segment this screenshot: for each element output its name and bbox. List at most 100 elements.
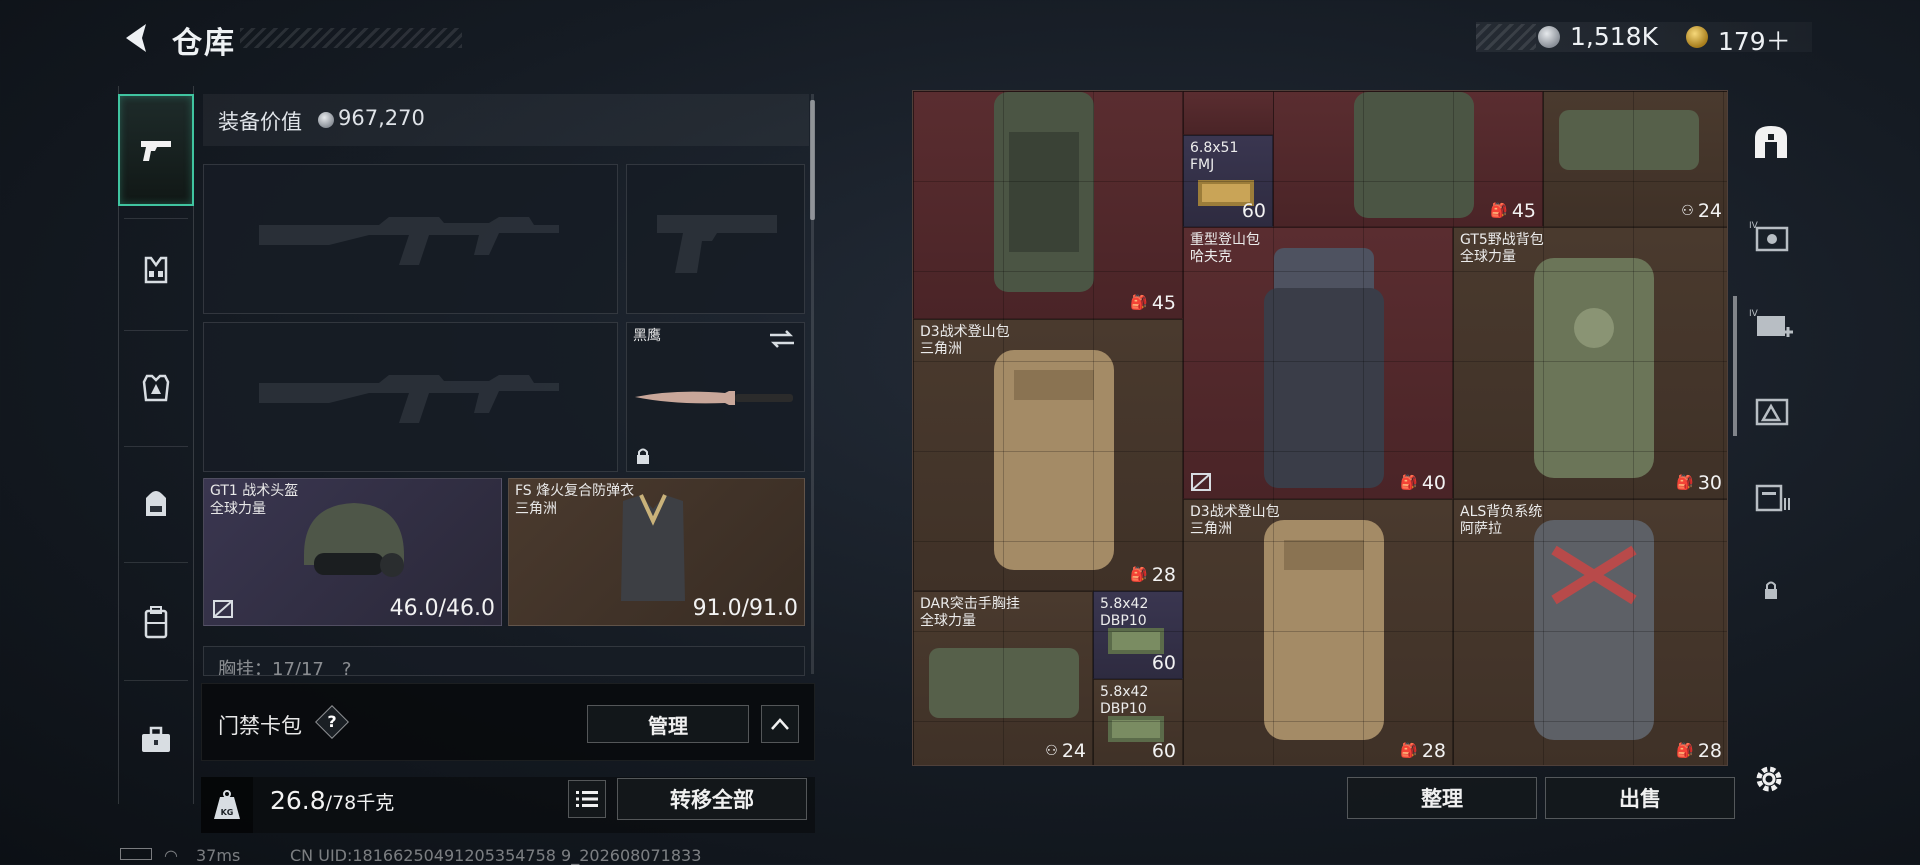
stash-item[interactable]: 5.8x42 DBP10 60 <box>1093 591 1183 679</box>
sidebar-divider <box>124 680 188 681</box>
item-count: 60 <box>1151 740 1176 762</box>
stash-home-button[interactable] <box>1742 112 1800 172</box>
weight-max: /78千克 <box>325 792 395 814</box>
gold-currency-value[interactable]: 179＋ <box>1718 22 1791 58</box>
item-count: 60 <box>1241 200 1266 222</box>
battery-icon <box>120 848 152 860</box>
expand-stash-button[interactable]: IV <box>1742 206 1800 266</box>
stash-scrollbar[interactable] <box>1733 296 1737 436</box>
stash-grid[interactable]: 🎒 45 6.8x51 FMJ 60 🎒 45 ⚇ 24 重型登山包 哈夫克 🎒 40 … <box>912 90 1728 766</box>
gold-coin-icon <box>1686 26 1708 48</box>
chest-rig-icon: ⚇ <box>1045 743 1058 759</box>
stash-item[interactable]: ⚇ 24 <box>1543 91 1727 227</box>
stash-item[interactable]: 🎒 45 <box>1273 91 1543 227</box>
item-count: 28 <box>1697 740 1722 762</box>
stash-item[interactable]: D3战术登山包 三角洲 🎒 28 <box>1183 499 1453 765</box>
backpack-image-icon <box>1354 92 1474 218</box>
stash-item[interactable]: GT5野战背包 全球力量 🎒 30 <box>1453 227 1727 499</box>
chest-rig-icon <box>144 256 168 284</box>
backpack-icon: 🎒 <box>1130 567 1148 583</box>
sidebar-divider <box>124 562 188 563</box>
stash-item[interactable]: DAR突击手胸挂 全球力量 ⚇ 24 <box>913 591 1093 765</box>
lock-icon <box>637 448 649 464</box>
sort-button[interactable]: 整理 <box>1347 777 1537 819</box>
pistol-slot[interactable] <box>626 164 805 314</box>
sidebar-item-chest-rig[interactable] <box>118 222 194 318</box>
backpack-icon: 🎒 <box>1676 475 1694 491</box>
user-uid: CN UID:18166250491205354758 9_2026080718… <box>290 846 702 865</box>
locked-page-button[interactable] <box>1742 560 1800 620</box>
stash-page-icon <box>1755 398 1789 426</box>
page-title: 仓库 <box>172 26 236 61</box>
equipment-value-label: 装备价值 <box>218 110 302 134</box>
backpack-image-icon <box>1534 520 1654 740</box>
stash-item[interactable]: D3战术登山包 三角洲 🎒 28 <box>913 319 1183 591</box>
no-insure-icon <box>1191 473 1211 491</box>
sidebar-item-safe-box[interactable] <box>118 574 194 670</box>
expand-stash-icon: IV <box>1749 221 1789 252</box>
list-view-button[interactable] <box>568 780 606 818</box>
helmet-name: GT1 战术头盔 <box>210 483 299 499</box>
back-arrow-icon[interactable] <box>118 20 154 56</box>
backpack-icon <box>146 491 166 516</box>
armor-slot[interactable]: FS 烽火复合防弹衣 三角洲 91.0/91.0 <box>508 478 805 626</box>
backpack-image-icon <box>994 92 1094 292</box>
sidebar-divider <box>124 330 188 331</box>
collapse-button[interactable] <box>761 705 799 743</box>
rifle-silhouette-icon <box>259 217 559 265</box>
backpack-icon: 🎒 <box>1400 743 1418 759</box>
kg-weight-icon: KG <box>214 790 240 819</box>
stash-item[interactable]: 5.8x42 DBP10 60 <box>1093 679 1183 765</box>
item-name: DAR突击手胸挂 全球力量 <box>920 596 1020 629</box>
equipment-scrollbar-thumb[interactable] <box>810 100 815 220</box>
backpack-image-icon <box>1534 258 1654 478</box>
item-name: 6.8x51 FMJ <box>1190 140 1239 173</box>
sidebar-item-armor[interactable] <box>118 340 194 436</box>
primary-weapon-slot[interactable] <box>203 164 618 314</box>
stash-list-button[interactable] <box>1742 466 1800 526</box>
knife-icon <box>635 391 793 405</box>
equipment-value: 967,270 <box>338 106 425 130</box>
backpack-icon: 🎒 <box>1400 475 1418 491</box>
add-stash-button[interactable]: IV <box>1742 294 1800 354</box>
melee-slot[interactable]: 黑鹰 <box>626 322 805 472</box>
chest-rig-icon: ⚇ <box>1681 203 1694 219</box>
sidebar-divider <box>124 446 188 447</box>
help-icon[interactable]: ? <box>320 710 344 734</box>
lock-icon <box>1765 581 1777 599</box>
stash-item[interactable]: 重型登山包 哈夫克 🎒 40 <box>1183 227 1453 499</box>
sell-button[interactable]: 出售 <box>1545 777 1735 819</box>
backpack-image-icon <box>994 350 1114 570</box>
item-count: 28 <box>1151 564 1176 586</box>
secondary-weapon-slot[interactable] <box>203 322 618 472</box>
backpack-icon: 🎒 <box>1130 295 1148 311</box>
item-name: 5.8x42 DBP10 <box>1100 596 1149 629</box>
armor-icon <box>142 374 170 402</box>
stash-item[interactable]: 🎒 45 <box>913 91 1183 319</box>
item-count: 45 <box>1511 200 1536 222</box>
stash-page-button[interactable] <box>1742 380 1800 440</box>
sidebar-item-weapon[interactable] <box>118 94 194 206</box>
helmet-image-icon <box>304 503 404 577</box>
sidebar-divider <box>124 218 188 219</box>
helmet-slot[interactable]: GT1 战术头盔 全球力量 46.0/46.0 <box>203 478 502 626</box>
backpack-image-icon <box>1264 520 1384 740</box>
sidebar-item-backpack[interactable] <box>118 456 194 552</box>
manage-button[interactable]: 管理 <box>587 705 749 743</box>
swap-icon[interactable] <box>768 329 796 349</box>
settings-icon <box>1756 766 1782 792</box>
stash-home-icon <box>1755 126 1787 158</box>
sidebar-item-toolbox[interactable] <box>118 692 194 788</box>
chest-rig-capacity: 胸挂：17/17 ? <box>218 659 352 676</box>
title-decoration <box>240 28 462 48</box>
keycard-bag-label: 门禁卡包 <box>218 714 302 738</box>
pistol-icon <box>141 141 171 161</box>
stash-item[interactable]: 6.8x51 FMJ 60 <box>1183 135 1273 227</box>
transfer-all-button[interactable]: 转移全部 <box>617 778 807 820</box>
stash-item[interactable]: ALS背负系统 阿萨拉 🎒 28 <box>1453 499 1727 765</box>
chevron-up-icon <box>771 718 789 730</box>
rifle-silhouette-icon <box>259 375 559 423</box>
chest-rig-image-icon <box>1559 110 1699 170</box>
chest-rig-row[interactable]: 胸挂：17/17 ? <box>203 646 805 676</box>
settings-button[interactable] <box>1752 762 1792 802</box>
